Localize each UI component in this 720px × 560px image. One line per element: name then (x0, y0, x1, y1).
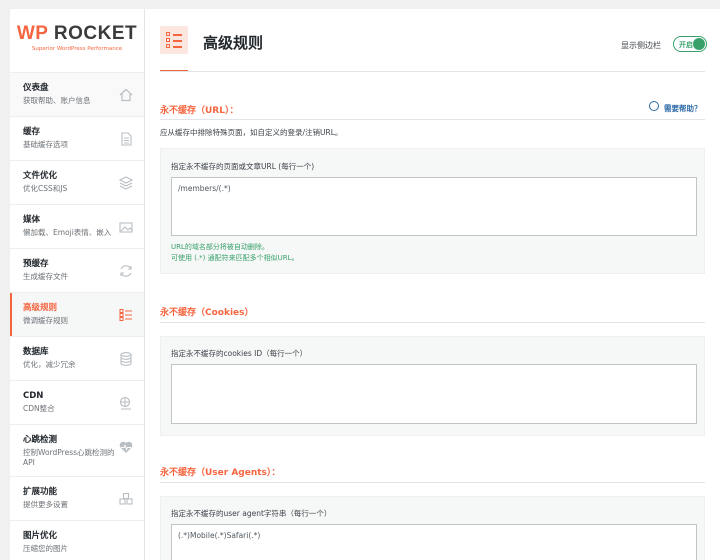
top-strip (0, 0, 720, 9)
sidebar-item-file-optimization[interactable]: 文件优化 优化CSS和JS (10, 160, 144, 204)
section-divider (160, 482, 705, 483)
never-cache-user-agents-panel: 指定永不缓存的user agent字符串（每行一个） (.*)Mobile(.*… (160, 496, 705, 560)
section-title-never-cache-cookies: 永不缓存（Cookies） (160, 308, 254, 318)
never-cache-cookies-label: 指定永不缓存的cookies ID（每行一个） (171, 349, 308, 358)
layers-icon (118, 175, 134, 191)
sidebar-item-image-optimization[interactable]: 图片优化 压缩您的图片 (10, 520, 144, 560)
sidebar-item-media[interactable]: 媒体 懒加载、Emoji表情、嵌入 (10, 204, 144, 248)
sidebar-item-database[interactable]: 数据库 优化，减少冗余 (10, 336, 144, 380)
logo-tagline: Superior WordPress Performance (31, 46, 123, 52)
list-icon (118, 307, 134, 323)
never-cache-cookies-textarea[interactable] (171, 364, 697, 424)
never-cache-cookies-panel: 指定永不缓存的cookies ID（每行一个） (160, 336, 705, 436)
sidebar-item-cache[interactable]: 缓存 基础缓存选项 (10, 116, 144, 160)
sidebar-item-advanced-rules[interactable]: 高级规则 微调缓存规则 (10, 292, 144, 336)
need-help-link[interactable]: 需要帮助？ (664, 103, 702, 114)
section-description: 应从缓存中排除特殊页面，如自定义的登录/注销URL。 (160, 128, 343, 137)
help-icon[interactable] (649, 101, 659, 111)
page-header: 高级规则 显示侧边栏 开启 (145, 9, 720, 72)
show-sidebar-label: 显示侧边栏 (621, 41, 661, 50)
sidebar-item-heartbeat[interactable]: 心跳检测 控制WordPress心跳检测的API (10, 424, 144, 476)
page-title: 高级规则 (203, 34, 264, 52)
home-icon (118, 87, 134, 103)
addons-icon (118, 491, 134, 507)
section-title-never-cache-user-agents: 永不缓存（User Agents）： (160, 468, 281, 478)
wp-rocket-logo[interactable]: WP ROCKET Superior WordPress Performance (10, 9, 144, 72)
section-divider (160, 119, 705, 120)
sidebar-item-preload[interactable]: 预缓存 生成缓存文件 (10, 248, 144, 292)
cdn-icon (118, 395, 134, 411)
url-hint-wildcard: 可使用 (.*) 通配符来匹配多个相似URL。 (171, 254, 299, 262)
never-cache-url-label: 指定永不缓存的页面或文章URL (每行一个) (171, 162, 315, 171)
never-cache-user-agents-label: 指定永不缓存的user agent字符串（每行一个） (171, 509, 332, 518)
header-divider (160, 71, 705, 72)
advanced-rules-icon (160, 26, 188, 54)
url-hint-domain: URL的域名部分将被自动删除。 (171, 243, 269, 251)
image-icon (118, 219, 134, 235)
document-icon (118, 131, 134, 147)
sidebar-item-dashboard[interactable]: 仪表盘 获取帮助、账户信息 (10, 72, 144, 116)
refresh-icon (118, 263, 134, 279)
section-title-never-cache-url: 永不缓存（URL）： (160, 106, 239, 116)
never-cache-user-agents-textarea[interactable]: (.*)Mobile(.*)Safari(.*) (171, 524, 697, 560)
main-content: 高级规则 显示侧边栏 开启 永不缓存（URL）： 需要帮助？ 应从缓存中排除特殊… (145, 9, 720, 560)
sidebar-item-addons[interactable]: 扩展功能 提供更多设置 (10, 476, 144, 520)
section-divider (160, 322, 705, 323)
sidebar-item-cdn[interactable]: CDN CDN整合 (10, 380, 144, 424)
heartbeat-icon (118, 439, 134, 455)
never-cache-url-panel: 指定永不缓存的页面或文章URL (每行一个) /members/(.*) URL… (160, 148, 705, 274)
show-sidebar-toggle[interactable]: 开启 (673, 36, 707, 52)
never-cache-url-textarea[interactable]: /members/(.*) (171, 177, 697, 236)
database-icon (118, 351, 134, 367)
sidebar: WP ROCKET Superior WordPress Performance… (10, 9, 145, 560)
